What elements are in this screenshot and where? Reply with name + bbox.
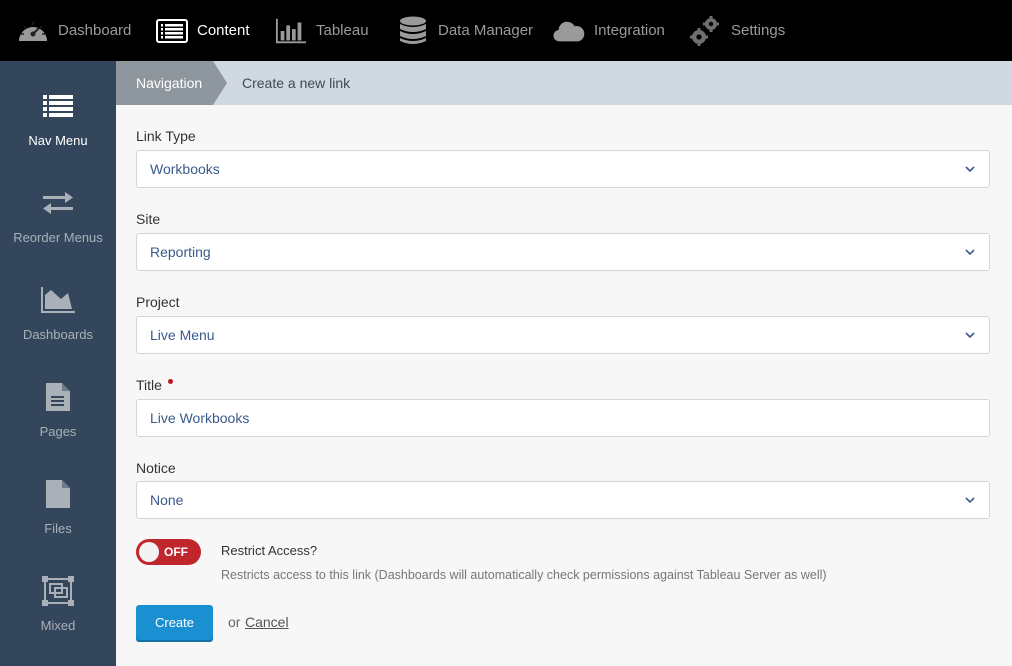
sidebar-item-label: Mixed <box>40 618 76 633</box>
breadcrumb-current: Create a new link <box>242 75 351 91</box>
chevron-down-icon <box>965 497 975 504</box>
topnav-content[interactable]: Content <box>156 0 250 61</box>
sidebar-item-label: Files <box>44 521 72 536</box>
file-icon <box>41 477 75 511</box>
gears-icon <box>690 15 722 47</box>
sidebar: Nav Menu Reorder Menus Dashboards Pages … <box>0 61 116 666</box>
project-label: Project <box>136 294 180 310</box>
topnav-dashboard[interactable]: Dashboard <box>17 0 131 61</box>
cloud-icon <box>553 15 585 47</box>
sidebar-item-mixed[interactable]: Mixed <box>0 546 116 643</box>
required-indicator <box>167 379 173 384</box>
sidebar-item-files[interactable]: Files <box>0 449 116 546</box>
toggle-knob <box>139 542 159 562</box>
restrict-access-toggle[interactable]: OFF <box>136 539 201 565</box>
sidebar-item-dashboards[interactable]: Dashboards <box>0 255 116 352</box>
breadcrumb-navigation-link[interactable]: Navigation <box>116 61 213 105</box>
site-label: Site <box>136 211 161 227</box>
bar-chart-icon <box>275 15 307 47</box>
topnav-settings[interactable]: Settings <box>690 0 785 61</box>
sidebar-item-label: Dashboards <box>22 327 94 342</box>
link-type-value: Workbooks <box>150 161 220 177</box>
list-icon <box>41 89 75 123</box>
title-label-text: Title <box>136 377 162 393</box>
sidebar-item-label: Reorder Menus <box>13 230 103 245</box>
sidebar-item-label: Nav Menu <box>28 133 88 148</box>
restrict-access-label: Restrict Access? <box>221 543 318 558</box>
project-select[interactable]: Live Menu <box>136 316 990 354</box>
breadcrumb-separator <box>213 61 227 105</box>
topnav-dashboard-label: Dashboard <box>58 22 132 39</box>
topnav-integration-label: Integration <box>594 22 665 39</box>
chevron-down-icon <box>965 249 975 256</box>
site-value: Reporting <box>150 244 211 260</box>
sidebar-item-label: Pages <box>39 424 77 439</box>
notice-value: None <box>150 492 184 508</box>
title-input[interactable]: Live Workbooks <box>136 399 990 437</box>
speedometer-icon <box>17 15 49 47</box>
notice-select[interactable]: None <box>136 481 990 519</box>
title-input-value: Live Workbooks <box>150 410 250 426</box>
sidebar-item-nav-menu[interactable]: Nav Menu <box>0 61 116 158</box>
chevron-down-icon <box>965 166 975 173</box>
link-type-label: Link Type <box>136 128 196 144</box>
or-text: or <box>228 614 241 630</box>
cancel-link[interactable]: Cancel <box>245 614 289 630</box>
link-type-select[interactable]: Workbooks <box>136 150 990 188</box>
breadcrumb: Navigation Create a new link <box>116 61 1012 105</box>
topnav-tableau[interactable]: Tableau <box>275 0 369 61</box>
top-navigation-bar: Dashboard Content Tableau Data Manager I… <box>0 0 1012 61</box>
project-value: Live Menu <box>150 327 215 343</box>
chevron-down-icon <box>965 332 975 339</box>
topnav-integration[interactable]: Integration <box>553 0 665 61</box>
title-label: Title <box>136 377 173 393</box>
topnav-data-manager[interactable]: Data Manager <box>397 0 533 61</box>
site-select[interactable]: Reporting <box>136 233 990 271</box>
object-group-icon <box>41 574 75 608</box>
topnav-settings-label: Settings <box>731 22 786 39</box>
list-icon <box>156 15 188 47</box>
toggle-state-text: OFF <box>164 545 188 559</box>
document-icon <box>41 380 75 414</box>
sidebar-item-pages[interactable]: Pages <box>0 352 116 449</box>
swap-arrows-icon <box>41 186 75 220</box>
create-button[interactable]: Create <box>136 605 213 640</box>
topnav-data-manager-label: Data Manager <box>438 22 534 39</box>
sidebar-item-reorder-menus[interactable]: Reorder Menus <box>0 158 116 255</box>
topnav-content-label: Content <box>197 22 250 39</box>
restrict-access-description: Restricts access to this link (Dashboard… <box>221 568 827 582</box>
topnav-tableau-label: Tableau <box>316 22 369 39</box>
notice-label: Notice <box>136 460 176 476</box>
database-icon <box>397 15 429 47</box>
area-chart-icon <box>41 283 75 317</box>
